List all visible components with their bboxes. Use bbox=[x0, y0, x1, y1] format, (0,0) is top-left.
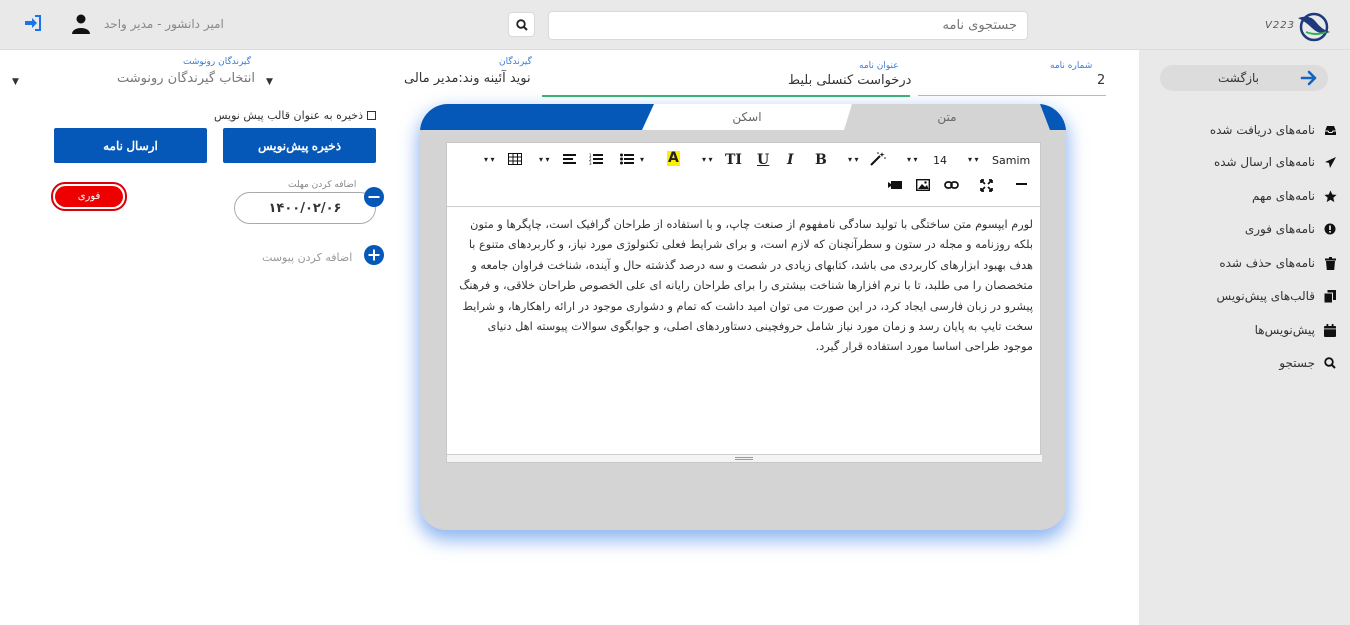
save-as-template-label: ذخیره به عنوان قالب پیش نویس bbox=[214, 108, 363, 122]
back-label: بازگشت bbox=[1218, 71, 1259, 85]
save-as-template-checkbox[interactable]: ذخیره به عنوان قالب پیش نویس bbox=[200, 106, 376, 124]
search-button[interactable] bbox=[508, 12, 535, 37]
sidebar-item-drafts[interactable]: پیش‌نویس‌ها bbox=[1139, 319, 1350, 341]
top-bar: امیر دانشور - مدیر واحد V223 bbox=[0, 0, 1350, 50]
editor-tabs: اسکن متن bbox=[420, 104, 1066, 130]
letter-number-label: شماره نامه bbox=[1050, 61, 1093, 71]
letter-number-underline bbox=[918, 95, 1106, 96]
recipients-label: گیرندگان bbox=[499, 57, 532, 67]
text-height-icon[interactable]: TI bbox=[725, 152, 742, 168]
recipients-value: نوید آئینه وند:مدیر مالی bbox=[404, 71, 531, 86]
chevron-down-icon[interactable]: ▾ ▾ bbox=[907, 155, 918, 164]
highlight-color-icon[interactable]: A bbox=[667, 151, 680, 166]
underline-icon[interactable]: U bbox=[757, 152, 769, 168]
tab-text[interactable]: متن bbox=[844, 104, 1050, 130]
fullscreen-icon[interactable] bbox=[980, 179, 993, 192]
chevron-down-icon[interactable]: ▾ ▾ bbox=[484, 155, 495, 164]
send-letter-button[interactable]: ارسال نامه bbox=[54, 128, 207, 163]
user-name: امیر دانشور - مدیر واحد bbox=[104, 17, 224, 31]
inbox-icon bbox=[1323, 123, 1337, 137]
logout-icon[interactable] bbox=[24, 15, 42, 31]
magic-wand-icon[interactable] bbox=[870, 152, 886, 166]
sidebar-item-deleted[interactable]: نامه‌های حذف شده bbox=[1139, 252, 1350, 274]
back-button[interactable]: بازگشت bbox=[1160, 65, 1328, 91]
unordered-list-icon[interactable] bbox=[620, 153, 634, 165]
font-family-select[interactable]: Samim bbox=[992, 154, 1030, 167]
horizontal-rule-icon[interactable] bbox=[1016, 183, 1027, 186]
add-attachment-label[interactable]: اضافه کردن پیوست bbox=[262, 251, 352, 264]
urgent-toggle[interactable]: فوری bbox=[51, 182, 127, 211]
chevron-down-icon[interactable]: ▾ ▾ bbox=[702, 155, 713, 164]
resize-handle[interactable] bbox=[447, 454, 1042, 462]
deadline-label: اضافه کردن مهلت bbox=[288, 180, 357, 190]
remove-deadline-icon[interactable] bbox=[364, 187, 384, 207]
sidebar-item-label: نامه‌های حذف شده bbox=[1219, 256, 1315, 270]
sidebar-item-inbox[interactable]: نامه‌های دریافت شده bbox=[1139, 119, 1350, 141]
brand-logo bbox=[1296, 10, 1332, 42]
table-icon[interactable] bbox=[508, 153, 522, 165]
resize-grip-icon bbox=[735, 457, 753, 460]
arrow-right-icon bbox=[1300, 69, 1318, 87]
ordered-list-icon[interactable]: 123 bbox=[589, 153, 603, 165]
cc-label: گیرندگان رونوشت bbox=[183, 57, 251, 67]
search-input[interactable] bbox=[548, 11, 1028, 40]
subject-value: درخواست کنسلی بلیط bbox=[788, 73, 912, 88]
sidebar-item-label: نامه‌های مهم bbox=[1252, 189, 1315, 203]
editor-card: اسکن متن Samim ▾ ▾ 14 ▾ ▾ ▾ ▾ B I U TI ▾… bbox=[420, 104, 1066, 530]
sidebar-item-label: نامه‌های ارسال شده bbox=[1213, 155, 1315, 169]
user-icon[interactable] bbox=[72, 14, 90, 34]
copy-icon bbox=[1323, 289, 1337, 303]
sidebar-item-sent[interactable]: نامه‌های ارسال شده bbox=[1139, 151, 1350, 173]
subject-label: عنوان نامه bbox=[859, 61, 899, 71]
add-attachment-icon[interactable] bbox=[364, 245, 384, 265]
chevron-down-icon[interactable]: ▾ ▾ bbox=[848, 155, 859, 164]
editor-toolbar: Samim ▾ ▾ 14 ▾ ▾ ▾ ▾ B I U TI ▾ ▾ A ▾ 12… bbox=[447, 143, 1042, 207]
letter-number-value: 2 bbox=[1097, 73, 1106, 88]
editor-content[interactable]: لورم ایپسوم متن ساختگی با تولید سادگی نا… bbox=[455, 215, 1033, 358]
sidebar-item-label: نامه‌های فوری bbox=[1244, 222, 1315, 236]
font-size-value: 14 bbox=[933, 154, 947, 167]
sidebar-item-label: پیش‌نویس‌ها bbox=[1254, 323, 1315, 337]
rich-text-editor[interactable]: Samim ▾ ▾ 14 ▾ ▾ ▾ ▾ B I U TI ▾ ▾ A ▾ 12… bbox=[446, 142, 1042, 463]
link-icon[interactable] bbox=[944, 180, 959, 190]
font-family-value: Samim bbox=[992, 154, 1031, 167]
subject-underline bbox=[542, 95, 910, 97]
sidebar-item-search[interactable]: جستجو bbox=[1139, 352, 1350, 374]
chevron-down-icon: ▼ bbox=[266, 77, 273, 87]
exclamation-circle-icon bbox=[1323, 222, 1337, 236]
chevron-down-icon[interactable]: ▾ ▾ bbox=[539, 155, 550, 164]
deadline-date-input[interactable]: ۱۴۰۰/۰۲/۰۶ bbox=[234, 192, 376, 224]
search-icon bbox=[515, 18, 528, 31]
video-icon[interactable] bbox=[888, 180, 902, 190]
align-icon[interactable] bbox=[563, 153, 576, 165]
cc-placeholder: انتخاب گیرندگان رونوشت bbox=[117, 71, 255, 86]
chevron-down-icon: ▼ bbox=[12, 77, 19, 87]
font-size-select[interactable]: 14 bbox=[933, 154, 947, 167]
search-icon bbox=[1323, 356, 1337, 370]
chevron-down-icon[interactable]: ▾ ▾ bbox=[968, 155, 979, 164]
trash-icon bbox=[1323, 256, 1337, 270]
sidebar-item-label: نامه‌های دریافت شده bbox=[1209, 123, 1315, 137]
sidebar-item-label: قالب‌های پیش‌نویس bbox=[1216, 289, 1315, 303]
urgent-label: فوری bbox=[55, 186, 123, 207]
sidebar-item-label: جستجو bbox=[1279, 356, 1315, 370]
image-icon[interactable] bbox=[916, 179, 930, 191]
star-icon bbox=[1323, 189, 1337, 203]
sidebar-item-important[interactable]: نامه‌های مهم bbox=[1139, 185, 1350, 207]
sidebar-item-templates[interactable]: قالب‌های پیش‌نویس bbox=[1139, 285, 1350, 307]
tab-scan[interactable]: اسکن bbox=[642, 104, 852, 130]
svg-text:3: 3 bbox=[589, 161, 592, 165]
chevron-down-icon[interactable]: ▾ bbox=[640, 155, 644, 164]
brand-text: V223 bbox=[1265, 20, 1295, 31]
sidebar: بازگشت نامه‌های دریافت شده نامه‌های ارسا… bbox=[1139, 50, 1350, 625]
save-draft-button[interactable]: ذخیره پیش‌نویس bbox=[223, 128, 376, 163]
bold-icon[interactable]: B bbox=[815, 152, 827, 168]
checkbox-square[interactable] bbox=[367, 110, 376, 120]
sidebar-item-urgent[interactable]: نامه‌های فوری bbox=[1139, 218, 1350, 240]
paper-plane-icon bbox=[1323, 155, 1337, 169]
italic-icon[interactable]: I bbox=[787, 152, 794, 168]
calendar-icon bbox=[1323, 323, 1337, 337]
